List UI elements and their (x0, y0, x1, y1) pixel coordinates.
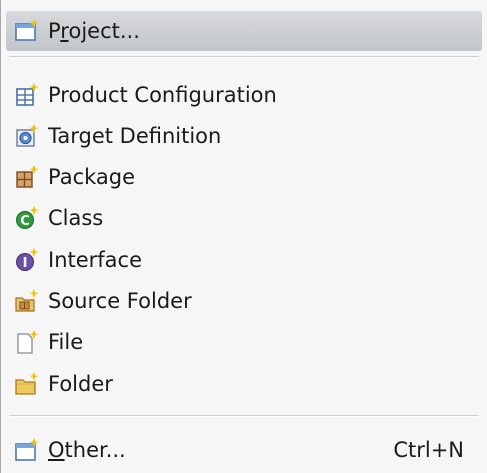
menu-item-source-folder[interactable]: Source Folder (6, 281, 482, 321)
menu-item-label: Project... (48, 19, 140, 43)
menu-item-label: File (48, 330, 84, 354)
menu-separator (9, 415, 479, 417)
menu-item-target-definition[interactable]: Target Definition (6, 116, 482, 156)
menu-item-label: Other... (48, 438, 126, 462)
shortcut-label: Ctrl+N (393, 438, 464, 462)
new-project-icon (12, 16, 42, 46)
menu-item-label: Interface (48, 248, 143, 272)
menu-item-label: Product Configuration (48, 83, 277, 107)
menu-item-other[interactable]: Other... Ctrl+N (6, 430, 482, 470)
source-folder-icon (12, 286, 42, 316)
menu-item-label: Source Folder (48, 289, 192, 313)
menu-item-package[interactable]: Package (6, 157, 482, 197)
menu-item-label: Package (48, 165, 136, 189)
menu-item-label: Class (48, 206, 104, 230)
menu-separator (9, 56, 479, 58)
other-wizard-icon (12, 435, 42, 465)
menu-item-label: Folder (48, 372, 113, 396)
product-configuration-icon (12, 80, 42, 110)
menu-item-product-configuration[interactable]: Product Configuration (6, 75, 482, 115)
target-definition-icon (12, 121, 42, 151)
menu-item-folder[interactable]: Folder (6, 364, 482, 404)
new-menu: Project... Product Configuration Target … (0, 0, 487, 473)
svg-text:C: C (20, 214, 30, 229)
class-icon: C (12, 203, 42, 233)
menu-item-file[interactable]: File (6, 322, 482, 362)
svg-text:I: I (23, 256, 28, 271)
file-icon (12, 327, 42, 357)
folder-icon (12, 369, 42, 399)
interface-icon: I (12, 245, 42, 275)
package-icon (12, 162, 42, 192)
menu-item-interface[interactable]: I Interface (6, 240, 482, 280)
menu-item-project[interactable]: Project... (6, 11, 482, 51)
menu-item-label: Target Definition (48, 124, 222, 148)
menu-item-class[interactable]: C Class (6, 198, 482, 238)
